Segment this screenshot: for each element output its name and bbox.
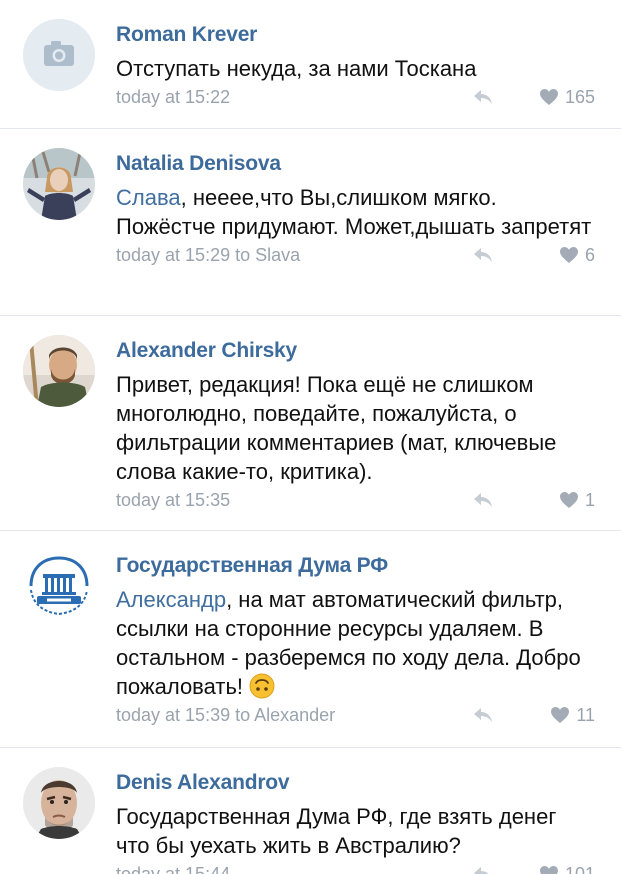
comment-author[interactable]: Denis Alexandrov: [116, 748, 595, 796]
comment-meta: today at 15:39 to Alexander 11: [116, 703, 595, 733]
like-button[interactable]: 101: [539, 862, 595, 874]
comment-meta: today at 15:35 1: [116, 488, 595, 518]
comment-text: Слава, нееее,что Вы,слишком мягко. Пожёс…: [116, 183, 595, 241]
comment-text: Привет, редакция! Пока ещё не слишком мн…: [116, 370, 595, 486]
heart-icon: [559, 492, 578, 508]
comment-item: Alexander Chirsky Привет, редакция! Пока…: [0, 316, 621, 531]
reply-icon[interactable]: [471, 87, 495, 107]
comments-feed: Roman Krever Отступать некуда, за нами Т…: [0, 0, 621, 874]
comment-text: Государственная Дума РФ, где взять денег…: [116, 802, 595, 860]
heart-icon: [539, 89, 558, 105]
like-button[interactable]: 1: [559, 488, 595, 512]
comment-time[interactable]: today at 15:39 to Alexander: [116, 703, 335, 727]
like-count: 1: [584, 490, 595, 510]
upside-down-face-emoji-icon: [249, 673, 275, 699]
comment-item: Государственная Дума РФ Александр, на ма…: [0, 531, 621, 748]
like-button[interactable]: 165: [539, 85, 595, 109]
like-count: 101: [564, 864, 595, 874]
reply-icon[interactable]: [471, 705, 495, 725]
comment-meta: today at 15:44 101: [116, 862, 595, 874]
user-photo-denis: [23, 767, 95, 839]
avatar[interactable]: [23, 19, 95, 91]
comment-time[interactable]: today at 15:44: [116, 862, 230, 874]
avatar[interactable]: [23, 148, 95, 220]
comment-time[interactable]: today at 15:35: [116, 488, 230, 512]
comment-body: Отступать некуда, за нами Тоскана: [116, 56, 477, 81]
comment-author[interactable]: Alexander Chirsky: [116, 316, 595, 364]
avatar[interactable]: [23, 550, 95, 622]
like-count: 165: [564, 87, 595, 107]
comment-author[interactable]: Natalia Denisova: [116, 129, 595, 177]
avatar[interactable]: [23, 335, 95, 407]
heart-icon: [559, 247, 578, 263]
comment-body: Государственная Дума РФ, где взять денег…: [116, 804, 557, 858]
reply-icon[interactable]: [471, 490, 495, 510]
comment-text: Отступать некуда, за нами Тоскана: [116, 54, 595, 83]
user-photo-alexander: [23, 335, 95, 407]
like-count: 6: [584, 245, 595, 265]
camera-icon: [23, 19, 95, 91]
comment-item: Denis Alexandrov Государственная Дума РФ…: [0, 748, 621, 874]
mention-link[interactable]: Александр: [116, 587, 226, 612]
comment-author[interactable]: Roman Krever: [116, 0, 595, 48]
comment-body: Привет, редакция! Пока ещё не слишком мн…: [116, 372, 557, 484]
comment-text: Александр, на мат автоматический фильтр,…: [116, 585, 595, 701]
reply-icon[interactable]: [471, 864, 495, 874]
mention-link[interactable]: Слава: [116, 185, 181, 210]
comment-time[interactable]: today at 15:29 to Slava: [116, 243, 300, 267]
comment-item: Roman Krever Отступать некуда, за нами Т…: [0, 0, 621, 129]
like-button[interactable]: 6: [559, 243, 595, 267]
reply-icon[interactable]: [471, 245, 495, 265]
like-count: 11: [576, 705, 595, 725]
duma-logo: [23, 550, 95, 622]
comment-author[interactable]: Государственная Дума РФ: [116, 531, 595, 579]
comment-meta: today at 15:22 165: [116, 85, 595, 115]
avatar[interactable]: [23, 767, 95, 839]
heart-icon: [539, 866, 558, 874]
like-button[interactable]: 11: [550, 703, 595, 727]
comment-meta: today at 15:29 to Slava 6: [116, 243, 595, 273]
user-photo-natalia: [23, 148, 95, 220]
heart-icon: [551, 707, 570, 723]
comment-item: Natalia Denisova Слава, нееее,что Вы,сли…: [0, 129, 621, 316]
comment-body: , нееее,что Вы,слишком мягко. Пожёстче п…: [116, 185, 592, 239]
comment-time[interactable]: today at 15:22: [116, 85, 230, 109]
